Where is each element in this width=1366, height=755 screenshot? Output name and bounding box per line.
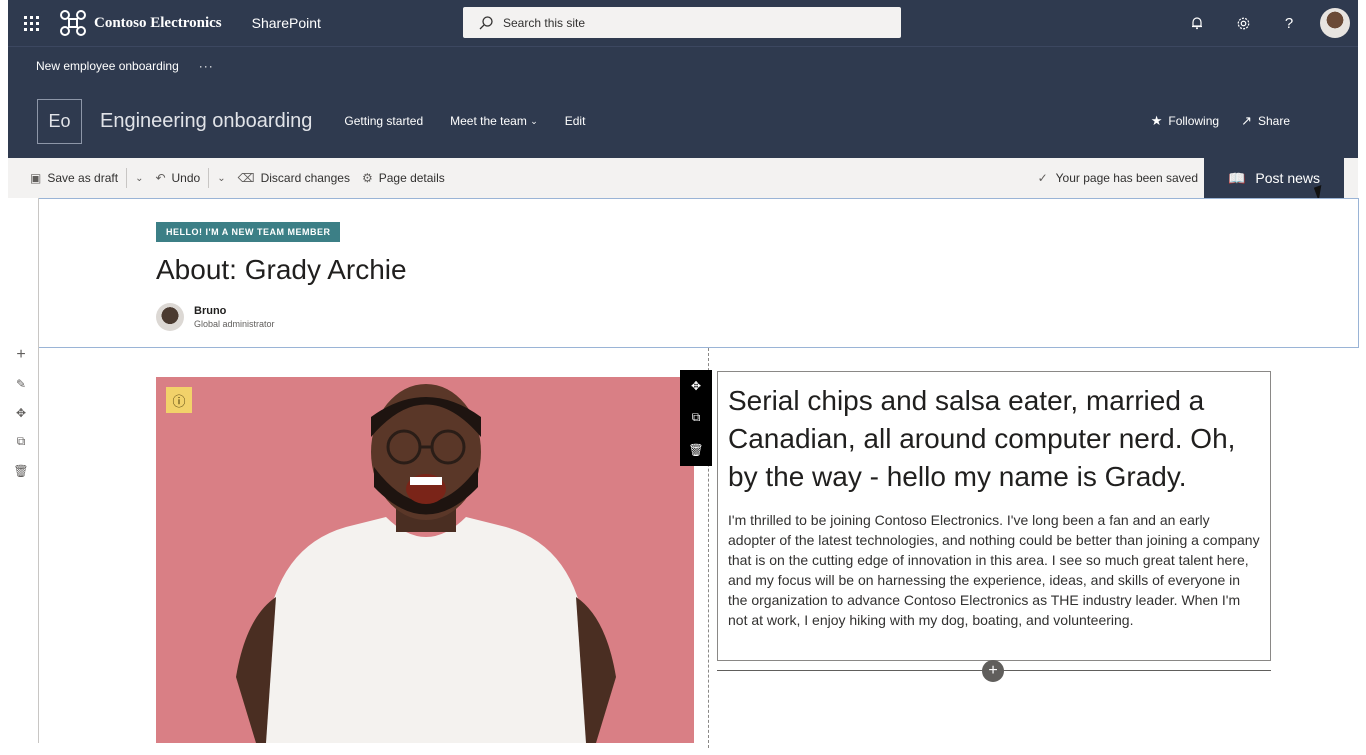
checkmark-icon: ✓ [1037, 171, 1048, 185]
info-icon[interactable]: ⓘ [166, 387, 192, 413]
author-name: Bruno [194, 305, 227, 317]
profile-photo[interactable]: ⓘ [156, 377, 694, 743]
webpart-toolbar: ✥ ⧉ 🗑 [680, 370, 712, 466]
app-name[interactable]: SharePoint [252, 15, 321, 31]
text-webpart[interactable]: Serial chips and salsa eater, married a … [717, 371, 1271, 661]
undo-button[interactable]: ↶ Undo [149, 158, 206, 198]
author-byline[interactable]: Bruno Global administrator [156, 303, 275, 331]
duplicate-icon[interactable]: ⧉ [17, 427, 26, 456]
following-button[interactable]: ★ Following [1151, 113, 1219, 129]
brand[interactable]: Contoso Electronics [58, 8, 222, 38]
notification-icon[interactable] [1174, 0, 1220, 46]
waffle-icon [23, 15, 39, 31]
divider [126, 168, 128, 188]
settings-icon[interactable] [1220, 0, 1266, 46]
lead-paragraph[interactable]: Serial chips and salsa eater, married a … [728, 382, 1260, 496]
section-toolbox: + ✎ ✥ ⧉ 🗑 [10, 340, 32, 485]
save-as-draft-button[interactable]: ▣ Save as draft [8, 158, 124, 198]
add-icon[interactable]: + [16, 340, 25, 369]
suite-bar: Contoso Electronics SharePoint Search th… [8, 0, 1358, 46]
delete-icon[interactable]: 🗑 [13, 456, 28, 485]
move-icon[interactable]: ✥ [691, 379, 701, 393]
contoso-logo-icon [58, 8, 88, 38]
share-button[interactable]: ↗ Share [1241, 113, 1290, 129]
avatar[interactable] [1320, 8, 1350, 38]
topic-header[interactable]: HELLO! I'M A NEW TEAM MEMBER [156, 222, 341, 242]
nav-item-getting-started[interactable]: Getting started [344, 114, 423, 128]
save-icon: ▣ [30, 171, 42, 185]
move-icon[interactable]: ✥ [16, 398, 26, 427]
nav-item-edit[interactable]: Edit [565, 114, 586, 128]
author-role: Global administrator [194, 319, 275, 329]
site-logo[interactable]: Eo [37, 98, 82, 144]
person-illustration [236, 384, 616, 743]
search-placeholder: Search this site [503, 15, 586, 30]
chevron-down-icon: ⌄ [530, 115, 538, 126]
search-icon [479, 15, 493, 30]
edit-icon[interactable]: ✎ [16, 369, 26, 398]
site-navigation: Getting started Meet the team ⌄ Edit [344, 114, 612, 128]
nav-item-meet-the-team[interactable]: Meet the team ⌄ [450, 114, 538, 128]
discard-icon: ⌫ [237, 171, 255, 185]
command-bar: ▣ Save as draft ⌄ ↶ Undo ⌄ ⌫ Discard cha… [8, 158, 1358, 198]
save-status: ✓ Your page has been saved [1037, 171, 1198, 185]
hub-navigation: New employee onboarding ··· [8, 46, 1358, 84]
page-canvas: HELLO! I'M A NEW TEAM MEMBER About: Grad… [38, 198, 1359, 748]
search-box[interactable]: Search this site [463, 7, 901, 38]
site-header: Eo Engineering onboarding Getting starte… [8, 84, 1358, 158]
brand-name: Contoso Electronics [94, 14, 222, 31]
app-launcher-button[interactable] [8, 0, 54, 46]
delete-icon[interactable]: 🗑 [688, 443, 703, 457]
body-paragraph[interactable]: I'm thrilled to be joining Contoso Elect… [728, 510, 1260, 630]
discard-changes-button[interactable]: ⌫ Discard changes [232, 158, 356, 198]
save-options-chevron-down-icon[interactable]: ⌄ [129, 173, 149, 184]
add-webpart-button[interactable]: + [982, 660, 1004, 682]
share-icon: ↗ [1241, 113, 1252, 128]
divider [208, 168, 210, 188]
help-icon[interactable]: ? [1266, 0, 1312, 46]
more-icon[interactable]: ··· [199, 59, 214, 73]
undo-options-chevron-down-icon[interactable]: ⌄ [211, 173, 231, 184]
title-region[interactable]: HELLO! I'M A NEW TEAM MEMBER About: Grad… [39, 198, 1359, 348]
author-avatar [156, 303, 184, 331]
page-details-icon: ⚙ [361, 171, 373, 185]
news-icon: 📖 [1227, 169, 1246, 186]
undo-icon: ↶ [155, 171, 166, 185]
hub-site-link[interactable]: New employee onboarding [36, 59, 179, 73]
page-details-button[interactable]: ⚙ Page details [356, 158, 451, 198]
site-title[interactable]: Engineering onboarding [100, 110, 312, 133]
duplicate-icon[interactable]: ⧉ [692, 410, 701, 425]
star-icon: ★ [1150, 113, 1163, 128]
page-title[interactable]: About: Grady Archie [156, 254, 407, 286]
